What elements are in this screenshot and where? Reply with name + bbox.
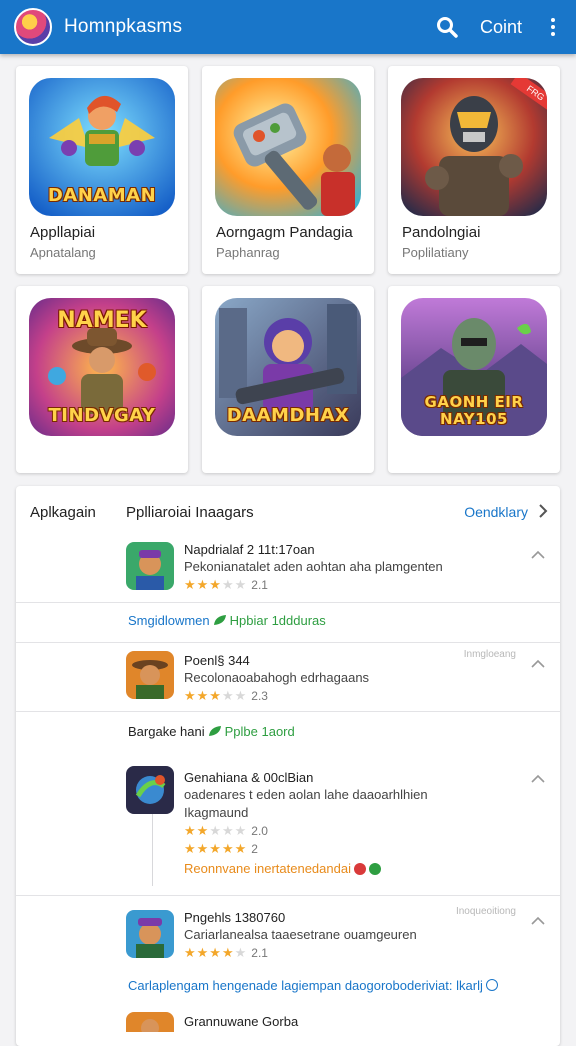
faint-label: Inmgloeang: [463, 649, 516, 660]
list-item[interactable]: Poenl§ 344 Recolonaoabahogh edrhagaans ★…: [16, 642, 560, 712]
heart-icon: [353, 862, 366, 875]
see-all-link[interactable]: Oendklary: [464, 504, 528, 520]
tag-row[interactable]: Smgidlowmen Hpbiar 1ddduras: [128, 613, 326, 628]
list-item[interactable]: Napdrialaf 2 11t:17oan Pekonianatalet ad…: [16, 538, 560, 603]
list-item-title: Napdrialaf 2 11t:17oan: [184, 542, 315, 557]
count-button[interactable]: Coint: [480, 17, 522, 38]
list-item-description: Pekonianatalet aden aohtan aha plamgente…: [184, 559, 443, 574]
rating: ★★★★★ 2.1: [184, 577, 514, 593]
leaf-icon: [208, 726, 221, 736]
rating: ★★★★★ 2.3: [184, 688, 514, 704]
card-title: Appllapiai: [30, 224, 96, 241]
gunner-girl-art: DAAMDHAX: [215, 298, 361, 436]
list-item-description-2: Ikagmaund: [184, 805, 249, 820]
chevron-right-icon[interactable]: [538, 503, 548, 519]
tag-row[interactable]: Bargake hani Pplbe 1aord: [128, 724, 295, 739]
footer-link[interactable]: Carlaplengam hengenade lagiempan daogoro…: [128, 978, 498, 993]
app-icon[interactable]: [126, 1012, 174, 1032]
featured-card[interactable]: NAMEK TINDVGAY: [16, 286, 188, 473]
app-icon: [126, 542, 174, 590]
hero-fantasy-art: DANAMAN: [29, 78, 175, 216]
adventurer-art: NAMEK TINDVGAY: [29, 298, 175, 436]
list-item-description: Cariarlanealsa taaesetrane ouamgeuren: [184, 927, 417, 942]
list-item-description: Recolonaoabahogh edrhagaans: [184, 670, 370, 685]
card-subtitle: Paphanrag: [216, 245, 280, 260]
footer-text: Carlaplengam hengenade lagiempan daogoro…: [128, 978, 483, 993]
rating-value: 2.3: [251, 689, 268, 703]
tag-label: Smgidlowmen: [128, 613, 210, 628]
card-title: Pandolngiai: [402, 224, 481, 241]
featured-grid: DANAMAN Appllapiai Apnatalang Aorngagm P…: [16, 66, 560, 473]
art-caption: GAONH EIR NAY105: [424, 393, 524, 428]
card-title: Aorngagm Pandagia: [216, 224, 353, 241]
panel-title: Pplliaroiai Inaagars: [126, 503, 254, 521]
rating-secondary: ★★★★★ 2: [184, 841, 514, 857]
card-subtitle: Poplilatiany: [402, 245, 469, 260]
orc-warrior-art: GAONH EIR NAY105: [401, 298, 547, 436]
cyborg-soldier-art: FRG: [401, 78, 547, 216]
featured-card[interactable]: DANAMAN Appllapiai Apnatalang: [16, 66, 188, 274]
more-vert-icon[interactable]: [544, 12, 562, 42]
art-caption: DAAMDHAX: [226, 405, 350, 426]
tag-value: Pplbe 1aord: [224, 724, 295, 739]
list-item-description: oadenares t eden aolan lahe daaoarhlhien: [184, 787, 428, 802]
app-logo[interactable]: [14, 8, 52, 46]
art-caption-top: NAMEK: [57, 308, 147, 333]
rating-value: 2: [251, 842, 258, 856]
app-title: Homnpkasms: [64, 16, 183, 37]
list-item[interactable]: Genahiana & 00clBian oadenares t eden ao…: [16, 754, 560, 896]
faint-label: Inoqueoitiong: [455, 906, 516, 917]
list-item[interactable]: Pngehls 1380760 Cariarlanealsa taaesetra…: [16, 898, 560, 966]
promo-text: Reonnvane inertatenedandai: [184, 861, 351, 876]
card-subtitle: Apnatalang: [30, 245, 96, 260]
tag-label: Bargake hani: [128, 724, 205, 739]
tag-value: Hpbiar 1ddduras: [229, 613, 326, 628]
robot-hammer-art: [215, 78, 361, 216]
featured-card[interactable]: DAAMDHAX: [202, 286, 374, 473]
star-rating-icon: ★★★★★: [184, 841, 248, 856]
app-icon: [126, 910, 174, 958]
app-icon: [126, 651, 174, 699]
rating-value: 2.1: [251, 946, 268, 960]
star-rating-icon: ★★★★★: [184, 945, 248, 960]
app-bar: Homnpkasms Coint: [0, 0, 576, 54]
rating-value: 2.1: [251, 578, 268, 592]
rating: ★★★★★ 2.1: [184, 945, 514, 961]
star-rating-icon: ★★★★★: [184, 823, 248, 838]
leaf-icon: [213, 615, 226, 625]
list-item-title: Grannuwane Gorba: [184, 1014, 299, 1029]
info-icon: [485, 979, 498, 991]
art-caption: TINDVGAY: [48, 405, 156, 426]
search-icon[interactable]: [432, 12, 462, 42]
app-list-panel: Aplkagain Pplliaroiai Inaagars Oendklary…: [16, 486, 560, 1046]
list-item-title: Genahiana & 00clBian: [184, 770, 314, 785]
chevron-up-icon[interactable]: [530, 774, 546, 784]
app-icon: [126, 766, 174, 814]
promo-line[interactable]: Reonnvane inertatenedandai: [184, 861, 514, 876]
featured-card[interactable]: GAONH EIR NAY105: [388, 286, 560, 473]
art-caption: DANAMAN: [47, 185, 157, 206]
rating: ★★★★★ 2.0: [184, 823, 514, 839]
panel-header: Aplkagain Pplliaroiai Inaagars Oendklary: [16, 486, 560, 538]
heart-icon: [368, 862, 381, 875]
star-rating-icon: ★★★★★: [184, 577, 248, 592]
chevron-up-icon[interactable]: [530, 550, 546, 560]
panel-label: Aplkagain: [30, 503, 96, 521]
featured-card[interactable]: Aorngagm Pandagia Paphanrag: [202, 66, 374, 274]
chevron-up-icon[interactable]: [530, 916, 546, 926]
star-rating-icon: ★★★★★: [184, 688, 248, 703]
featured-card[interactable]: FRG Pandolngiai Poplilatiany: [388, 66, 560, 274]
chevron-up-icon[interactable]: [530, 659, 546, 669]
rating-value: 2.0: [251, 824, 268, 838]
